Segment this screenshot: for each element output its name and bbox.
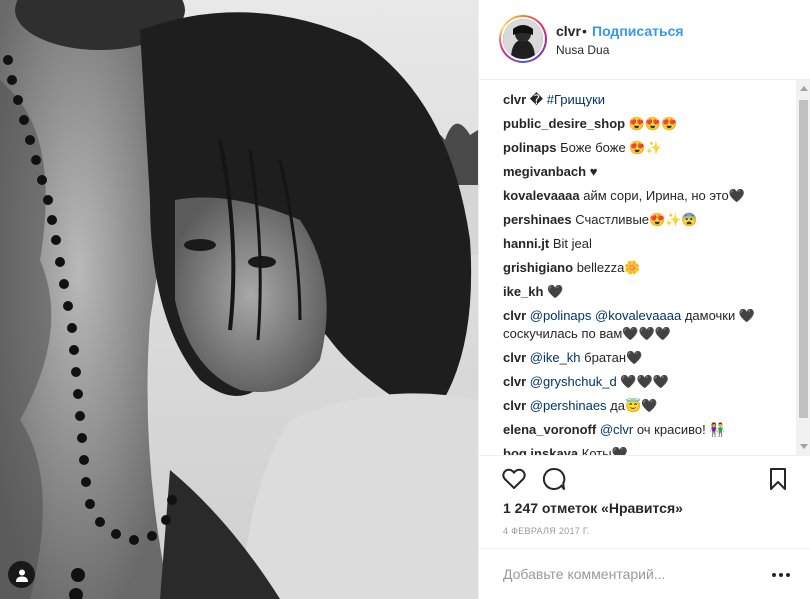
avatar-frame <box>501 17 545 61</box>
comment-input[interactable] <box>503 563 753 585</box>
comment-text: � <box>529 92 547 107</box>
comment-author[interactable]: ike_kh <box>503 284 543 299</box>
comment-author[interactable]: kovalevaaaa <box>503 188 580 203</box>
comment-item: megivanbach ♥ <box>503 163 783 181</box>
comment-item: clvr @pershinaes да😇🖤 <box>503 397 783 415</box>
comment-item: bog.inskaya Коты🖤 <box>503 445 783 455</box>
comment-author[interactable]: clvr <box>503 350 526 365</box>
avatar-image <box>503 19 543 59</box>
post-photo-image <box>0 0 478 599</box>
comment-item: hanni.jt Bit jeal <box>503 235 783 253</box>
comment-item: public_desire_shop 😍😍😍 <box>503 115 783 133</box>
comment-item: polinaps Боже боже 😍✨ <box>503 139 783 157</box>
comment-author[interactable]: megivanbach <box>503 164 586 179</box>
comment-author[interactable]: public_desire_shop <box>503 116 625 131</box>
post-location[interactable]: Nusa Dua <box>556 43 609 57</box>
comment-mention-link[interactable]: @ike_kh <box>530 350 581 365</box>
comment-author[interactable]: pershinaes <box>503 212 572 227</box>
heart-icon[interactable] <box>501 466 527 492</box>
scroll-down-arrow-icon[interactable] <box>800 444 808 449</box>
comment-item: clvr @gryshchuk_d 🖤🖤🖤 <box>503 373 783 391</box>
bookmark-icon[interactable] <box>765 466 791 492</box>
header-separator: • <box>582 23 587 39</box>
comment-author[interactable]: bog.inskaya <box>503 446 578 455</box>
comment-mention-link[interactable]: @polinaps <box>530 308 592 323</box>
comment-bubble-icon[interactable] <box>541 466 567 492</box>
follow-button[interactable]: Подписаться <box>592 23 684 39</box>
comment-item: kovalevaaaa айм сори, Ирина, но это🖤 <box>503 187 783 205</box>
comment-author[interactable]: polinaps <box>503 140 556 155</box>
comment-text: ♥ <box>589 164 598 179</box>
comment-author[interactable]: clvr <box>503 308 526 323</box>
comment-text: Боже боже 😍✨ <box>560 140 662 155</box>
post-date[interactable]: 4 февраля 2017 г. <box>503 526 590 536</box>
comment-item: clvr � #Грищуки <box>503 91 783 109</box>
comment-text: Bit jeal <box>552 236 592 251</box>
comments-scrollbar[interactable] <box>796 80 810 455</box>
comment-author[interactable]: clvr <box>503 92 526 107</box>
comment-text: bellezza🌼 <box>576 260 641 275</box>
comment-text: оч красиво! 👫 <box>633 422 726 437</box>
comment-item: clvr @polinaps @kovalevaaaa дамочки 🖤 со… <box>503 307 783 343</box>
comment-item: grishigiano bellezza🌼 <box>503 259 783 277</box>
comment-mention-link[interactable]: @kovalevaaaa <box>595 308 681 323</box>
add-comment-bar <box>479 548 810 599</box>
comment-author[interactable]: hanni.jt <box>503 236 549 251</box>
comment-item: elena_voronoff @clvr оч красиво! 👫 <box>503 421 783 439</box>
person-tag-icon[interactable] <box>8 561 35 588</box>
comment-author[interactable]: clvr <box>503 398 526 413</box>
comment-author[interactable]: elena_voronoff <box>503 422 596 437</box>
comment-text: айм сори, Ирина, но это🖤 <box>583 188 745 203</box>
comment-author[interactable]: clvr <box>503 374 526 389</box>
comment-text: да😇🖤 <box>606 398 658 413</box>
post-author-username[interactable]: clvr <box>556 23 581 39</box>
post-header: clvr • Подписаться Nusa Dua <box>479 0 810 80</box>
comment-item: ike_kh 🖤 <box>503 283 783 301</box>
post-photo[interactable] <box>0 0 478 599</box>
comment-text: Коты🖤 <box>581 446 628 455</box>
likes-count[interactable]: 1 247 отметок «Нравится» <box>503 500 683 516</box>
comment-text: Счастливые😍✨😨 <box>575 212 698 227</box>
comment-mention-link[interactable]: @pershinaes <box>530 398 607 413</box>
ellipsis-icon[interactable] <box>772 573 790 577</box>
comment-mention-link[interactable]: @clvr <box>600 422 633 437</box>
comment-item: pershinaes Счастливые😍✨😨 <box>503 211 783 229</box>
comment-item: clvr @ike_kh братан🖤 <box>503 349 783 367</box>
post-side-panel: clvr • Подписаться Nusa Dua clvr � #Грищ… <box>478 0 810 599</box>
post-actions <box>479 455 810 497</box>
comment-mention-link[interactable]: @gryshchuk_d <box>530 374 617 389</box>
comment-hashtag-link[interactable]: #Грищуки <box>547 92 605 107</box>
comments-list[interactable]: clvr � #Грищуки public_desire_shop 😍😍😍 pol… <box>479 80 797 455</box>
comment-author[interactable]: grishigiano <box>503 260 573 275</box>
comment-text: братан🖤 <box>580 350 643 365</box>
comment-text: 🖤 <box>547 284 564 299</box>
scrollbar-thumb[interactable] <box>799 100 808 418</box>
comment-text: 🖤🖤🖤 <box>616 374 669 389</box>
scroll-up-arrow-icon[interactable] <box>800 86 808 91</box>
comment-text: 😍😍😍 <box>628 116 678 131</box>
avatar[interactable] <box>499 15 547 63</box>
